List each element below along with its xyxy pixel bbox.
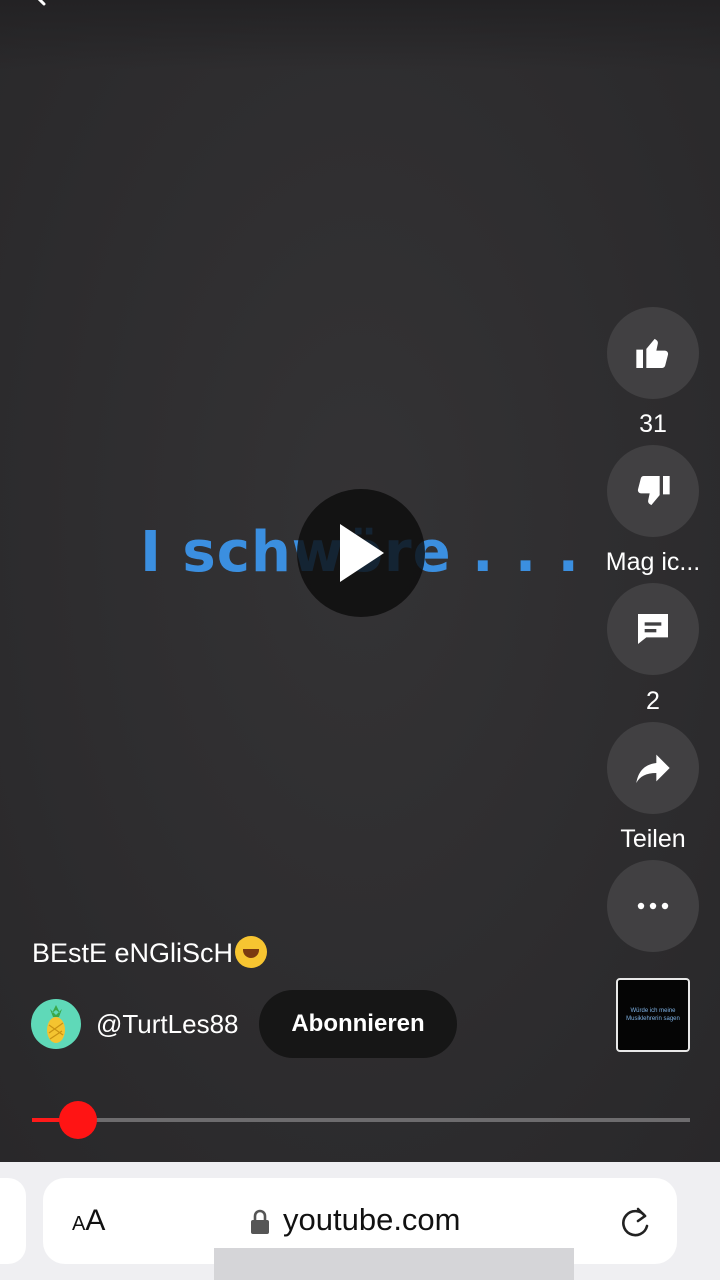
url-text[interactable]: youtube.com — [283, 1202, 461, 1238]
sound-thumbnail[interactable]: Würde ich meine Musiklehrerin sagen — [616, 978, 690, 1052]
back-arrow-icon[interactable] — [30, 0, 50, 6]
channel-avatar[interactable] — [31, 999, 81, 1049]
progress-scrubber-handle[interactable] — [59, 1101, 98, 1139]
text-size-big-label: A — [85, 1204, 106, 1237]
laughing-emoji-icon — [235, 936, 268, 968]
sound-thumbnail-text: Würde ich meine Musiklehrerin sagen — [626, 1008, 680, 1022]
lock-icon — [251, 1209, 269, 1234]
channel-name[interactable]: @TurtLes88 — [96, 1009, 239, 1040]
reload-icon[interactable] — [618, 1204, 652, 1240]
like-button[interactable] — [607, 307, 699, 399]
more-dots-icon — [637, 902, 669, 910]
progress-bar[interactable] — [32, 1118, 690, 1122]
share-label: Teilen — [620, 825, 686, 853]
video-title[interactable]: BEstE eNGliScH — [32, 936, 268, 969]
share-button[interactable] — [607, 722, 699, 814]
home-indicator — [214, 1248, 574, 1280]
share-icon — [636, 754, 670, 783]
play-button[interactable] — [297, 489, 425, 617]
comments-button[interactable] — [607, 583, 699, 675]
text-size-small-label: A — [72, 1213, 86, 1235]
play-icon — [340, 524, 384, 582]
like-count: 31 — [639, 410, 667, 438]
text-size-button[interactable]: AA — [72, 1204, 105, 1238]
comment-count: 2 — [646, 687, 660, 715]
top-shade — [0, 0, 720, 70]
dislike-label: Mag ic... — [605, 548, 701, 576]
comment-icon — [638, 614, 668, 644]
thumbs-up-icon — [636, 338, 669, 368]
subscribe-button[interactable]: Abonnieren — [259, 990, 457, 1058]
video-title-text: BEstE eNGliScH — [32, 938, 234, 968]
dislike-button[interactable] — [607, 445, 699, 537]
pineapple-icon — [47, 1005, 65, 1043]
previous-tab-edge[interactable] — [0, 1178, 26, 1264]
video-player[interactable]: I schwöre . . . — [0, 0, 720, 1162]
more-options-button[interactable] — [607, 860, 699, 952]
thumbs-down-icon — [637, 476, 670, 506]
